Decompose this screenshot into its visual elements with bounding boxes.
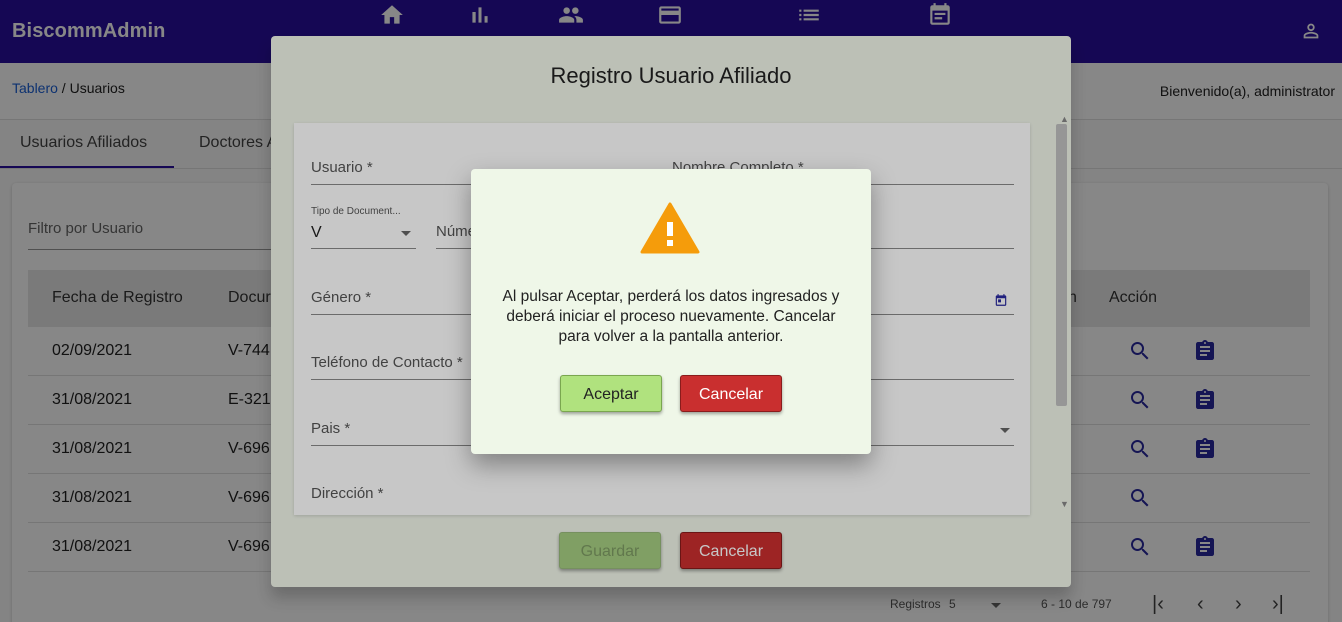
confirm-cancel-button[interactable]: Cancelar [680, 375, 782, 412]
confirm-message: Al pulsar Aceptar, perderá los datos ing… [502, 288, 840, 345]
confirm-dialog: Al pulsar Aceptar, perderá los datos ing… [471, 169, 871, 454]
accept-button[interactable]: Aceptar [560, 375, 662, 412]
warning-icon [640, 202, 700, 254]
